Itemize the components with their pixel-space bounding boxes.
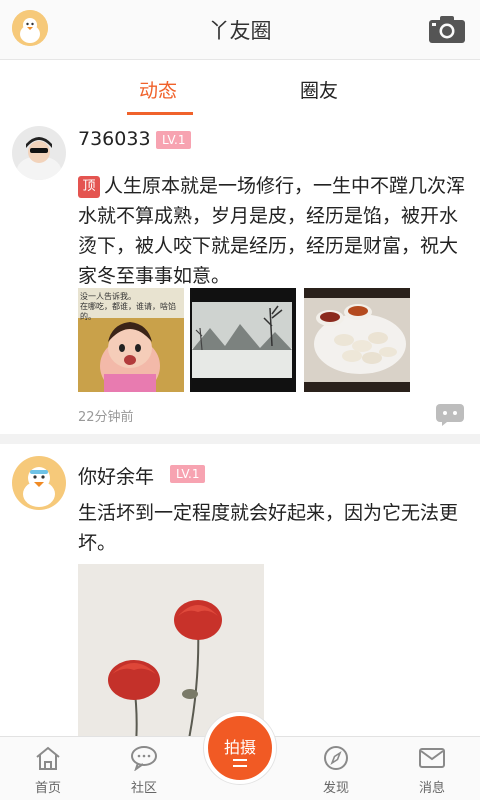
image-caption-text: 没一人告诉我。 在哪吃，都谁，谁请，啥馅的。: [80, 292, 176, 321]
tab-circle-friends[interactable]: 圈友: [300, 76, 338, 103]
post-username[interactable]: 736033: [78, 128, 151, 150]
nav-messages[interactable]: 消息: [384, 737, 480, 800]
mail-icon: [418, 745, 446, 771]
active-tab-indicator: [127, 112, 193, 115]
level-badge: LV.1: [170, 465, 206, 483]
user-avatar[interactable]: [12, 456, 66, 510]
nav-home[interactable]: 首页: [0, 737, 96, 800]
feed-post: 你好余年 LV.1 生活坏到一定程度就会好起来，因为它无法更坏。: [0, 444, 480, 736]
compass-icon: [322, 745, 350, 771]
nav-discover[interactable]: 发现: [288, 737, 384, 800]
post-text: 顶人生原本就是一场修行，一生中不蹚几次浑水就不算成熟，岁月是皮，经历是馅，被开水…: [78, 171, 468, 291]
level-badge: LV.1: [156, 131, 192, 149]
feed-post: 736033 LV.1 顶人生原本就是一场修行，一生中不蹚几次浑水就不算成熟，岁…: [0, 116, 480, 442]
top-bar: 丫友圈: [0, 0, 480, 60]
feed-list[interactable]: 736033 LV.1 顶人生原本就是一场修行，一生中不蹚几次浑水就不算成熟，岁…: [0, 116, 480, 736]
post-image[interactable]: [190, 288, 296, 392]
page-title: 丫友圈: [208, 19, 272, 43]
post-image[interactable]: 没一人告诉我。 在哪吃，都谁，谁请，啥馅的。: [78, 288, 184, 392]
post-text: 生活坏到一定程度就会好起来，因为它无法更坏。: [78, 502, 459, 554]
nav-messages-label: 消息: [418, 781, 445, 796]
tab-dynamics[interactable]: 动态: [139, 76, 177, 103]
post-image[interactable]: [78, 564, 264, 736]
chat-bubble-icon: [130, 745, 158, 772]
post-timestamp: 22分钟前: [78, 410, 134, 425]
nav-discover-label: 发现: [322, 781, 349, 796]
nav-home-label: 首页: [34, 781, 61, 796]
user-avatar[interactable]: [12, 126, 66, 180]
camera-icon[interactable]: [428, 14, 466, 44]
post-username[interactable]: 你好余年: [78, 462, 154, 489]
nav-community[interactable]: 社区: [96, 737, 192, 800]
shoot-button[interactable]: 拍摄: [204, 712, 276, 784]
nav-community-label: 社区: [130, 781, 157, 796]
menu-lines-icon: [233, 759, 247, 767]
post-image[interactable]: [304, 288, 410, 392]
post-body: 人生原本就是一场修行，一生中不蹚几次浑水就不算成熟，岁月是皮，经历是馅，被开水烫…: [78, 175, 466, 287]
home-icon: [34, 745, 62, 771]
pinned-badge: 顶: [78, 176, 100, 198]
shoot-button-label: 拍摄: [223, 738, 256, 757]
post-divider: [0, 434, 480, 444]
comment-icon[interactable]: [436, 404, 464, 426]
tab-bar: 动态 圈友: [0, 60, 480, 116]
